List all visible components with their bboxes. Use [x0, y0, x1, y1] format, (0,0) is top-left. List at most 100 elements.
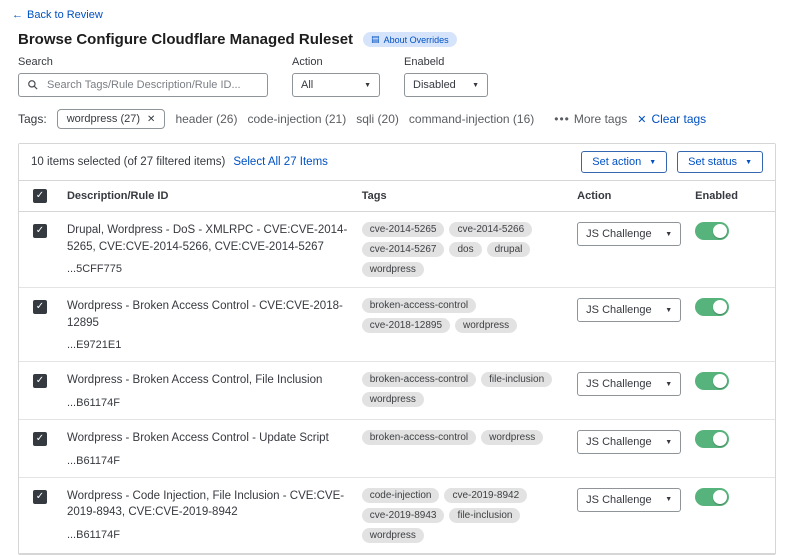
about-overrides-badge[interactable]: ▤ About Overrides [363, 32, 457, 47]
tag-chip: file-inclusion [481, 372, 552, 387]
row-action-select[interactable]: JS Challenge ▼ [577, 430, 681, 454]
back-row: ← Back to Review [0, 0, 794, 21]
rule-description: Wordpress - Broken Access Control - Upda… [67, 430, 352, 447]
tags-bar: Tags: wordpress (27) ✕ header (26) code-i… [18, 109, 776, 129]
column-tags: Tags [362, 181, 577, 212]
search-label: Search [18, 56, 268, 68]
rule-description: Drupal, Wordpress - DoS - XMLRPC - CVE:C… [67, 222, 352, 255]
row-checkbox[interactable]: ✓ [33, 432, 47, 446]
table-row: ✓ Wordpress - Broken Access Control - Up… [19, 420, 775, 478]
clear-tags-button[interactable]: ✕ Clear tags [637, 112, 706, 126]
action-label: Action [292, 56, 380, 68]
enabled-toggle[interactable] [695, 488, 729, 506]
table-row: ✓ Wordpress - Code Injection, File Inclu… [19, 477, 775, 553]
set-action-button[interactable]: Set action ▼ [581, 151, 667, 173]
chevron-down-icon: ▼ [649, 159, 656, 166]
ellipsis-icon: ••• [554, 112, 570, 126]
tag-chip: cve-2014-5265 [362, 222, 445, 237]
set-action-label: Set action [592, 156, 641, 168]
rule-description: Wordpress - Broken Access Control - CVE:… [67, 298, 352, 331]
row-action-select[interactable]: JS Challenge ▼ [577, 372, 681, 396]
row-checkbox[interactable]: ✓ [33, 300, 47, 314]
row-action-select[interactable]: JS Challenge ▼ [577, 298, 681, 322]
row-action-value: JS Challenge [586, 494, 651, 506]
tag-filter[interactable]: header (26) [175, 112, 237, 126]
action-select-value: All [301, 79, 313, 91]
table-header-row: ✓ Description/Rule ID Tags Action Enable… [19, 181, 775, 212]
action-select[interactable]: All ▼ [292, 73, 380, 97]
tag-chip: drupal [487, 242, 531, 257]
clear-tags-label: Clear tags [651, 112, 706, 126]
search-input[interactable] [45, 78, 259, 92]
enabled-select[interactable]: Disabled ▼ [404, 73, 488, 97]
remove-tag-icon[interactable]: ✕ [147, 114, 155, 125]
back-link[interactable]: ← Back to Review [12, 9, 103, 21]
select-all-link[interactable]: Select All 27 Items [233, 156, 328, 168]
search-icon [27, 79, 39, 91]
tag-chip: broken-access-control [362, 430, 476, 445]
enabled-toggle[interactable] [695, 298, 729, 316]
tag-chip: wordpress [455, 318, 517, 333]
more-tags-button[interactable]: ••• More tags [554, 112, 627, 126]
rule-tags: broken-access-controlfile-inclusionwordp… [362, 372, 567, 407]
tag-chip: wordpress [481, 430, 543, 445]
search-box[interactable] [18, 73, 268, 97]
tag-filter[interactable]: sqli (20) [356, 112, 399, 126]
chevron-down-icon: ▼ [665, 381, 672, 388]
enabled-toggle[interactable] [695, 372, 729, 390]
row-action-value: JS Challenge [586, 378, 651, 390]
enabled-filter: Enabeld Disabled ▼ [404, 56, 488, 97]
enabled-toggle[interactable] [695, 430, 729, 448]
tag-chip: cve-2014-5266 [449, 222, 532, 237]
clear-tags-icon: ✕ [637, 113, 646, 126]
table-row: ✓ Drupal, Wordpress - DoS - XMLRPC - CVE… [19, 212, 775, 288]
tag-chip: cve-2019-8943 [362, 508, 445, 523]
chevron-down-icon: ▼ [665, 496, 672, 503]
tag-chip: cve-2018-12895 [362, 318, 450, 333]
table-body: ✓ Drupal, Wordpress - DoS - XMLRPC - CVE… [19, 212, 775, 554]
tag-filter-list: header (26) code-injection (21) sqli (20) c… [175, 112, 544, 126]
row-checkbox[interactable]: ✓ [33, 374, 47, 388]
active-tag-wordpress[interactable]: wordpress (27) ✕ [57, 109, 166, 129]
enabled-label: Enabeld [404, 56, 488, 68]
chevron-down-icon: ▼ [745, 159, 752, 166]
rule-id: ...E9721E1 [67, 339, 352, 351]
chevron-down-icon: ▼ [665, 307, 672, 314]
more-tags-label: More tags [574, 112, 627, 126]
set-status-label: Set status [688, 156, 737, 168]
active-tag-label: wordpress (27) [67, 113, 140, 125]
column-enabled: Enabled [695, 181, 775, 212]
tag-filter[interactable]: code-injection (21) [247, 112, 346, 126]
search-filter: Search [18, 56, 268, 97]
chevron-down-icon: ▼ [665, 231, 672, 238]
rule-id: ...B61174F [67, 529, 352, 541]
selection-summary: 10 items selected (of 27 filtered items) [31, 156, 225, 168]
rule-description: Wordpress - Code Injection, File Inclusi… [67, 488, 352, 521]
back-link-label: Back to Review [27, 9, 103, 21]
row-action-value: JS Challenge [586, 228, 651, 240]
overrides-icon: ▤ [371, 34, 380, 45]
enabled-toggle[interactable] [695, 222, 729, 240]
rule-tags: cve-2014-5265cve-2014-5266cve-2014-5267d… [362, 222, 567, 277]
rule-id: ...5CFF775 [67, 263, 352, 275]
tags-label: Tags: [18, 112, 47, 126]
tag-chip: wordpress [362, 392, 424, 407]
tag-chip: broken-access-control [362, 298, 476, 313]
rules-table: ✓ Description/Rule ID Tags Action Enable… [19, 181, 775, 554]
tag-chip: cve-2019-8942 [444, 488, 527, 503]
tag-filter[interactable]: command-injection (16) [409, 112, 534, 126]
chevron-down-icon: ▼ [665, 439, 672, 446]
column-description: Description/Rule ID [67, 181, 362, 212]
row-action-select[interactable]: JS Challenge ▼ [577, 222, 681, 246]
row-checkbox[interactable]: ✓ [33, 224, 47, 238]
set-status-button[interactable]: Set status ▼ [677, 151, 763, 173]
rule-tags: broken-access-control wordpress [362, 430, 567, 445]
tag-chip: code-injection [362, 488, 440, 503]
back-arrow-icon: ← [12, 9, 23, 21]
action-filter: Action All ▼ [292, 56, 380, 97]
row-action-value: JS Challenge [586, 436, 651, 448]
row-action-select[interactable]: JS Challenge ▼ [577, 488, 681, 512]
row-checkbox[interactable]: ✓ [33, 490, 47, 504]
select-all-checkbox[interactable]: ✓ [33, 189, 47, 203]
page-title: Browse Configure Cloudflare Managed Rule… [18, 31, 353, 48]
